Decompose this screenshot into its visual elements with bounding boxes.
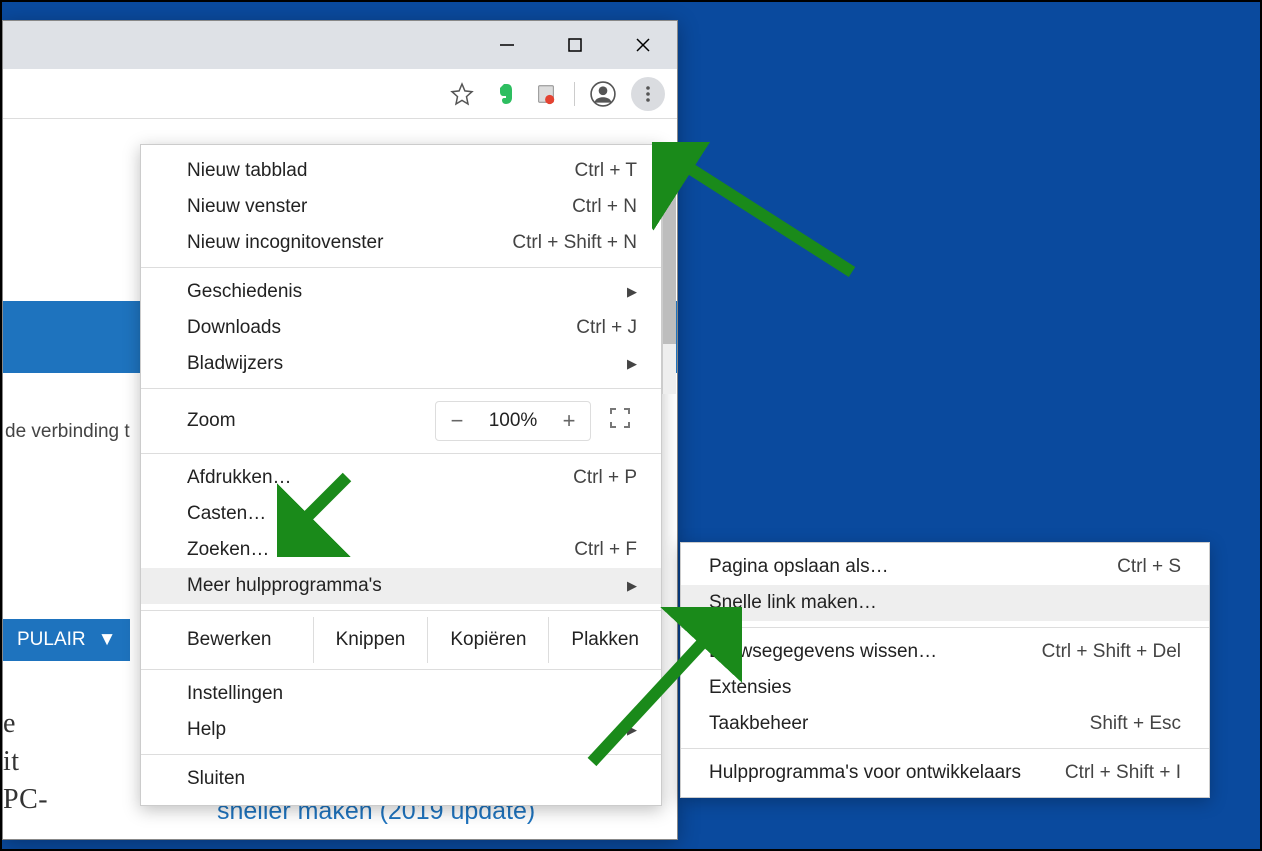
zoom-value: 100%	[478, 410, 548, 432]
zoom-controls: − 100% +	[435, 401, 591, 441]
menu-separator	[681, 627, 1209, 628]
more-tools-submenu: Pagina opslaan als… Ctrl + S Snelle link…	[680, 542, 1210, 798]
minimize-button[interactable]	[473, 21, 541, 69]
menu-cast[interactable]: Casten…	[141, 496, 661, 532]
menu-label: Help	[187, 719, 627, 741]
menu-separator	[141, 610, 661, 611]
annotation-arrow-1	[652, 142, 872, 302]
menu-label: Pagina opslaan als…	[709, 556, 1117, 578]
menu-shortcut: Ctrl + Shift + Del	[1042, 641, 1181, 663]
menu-shortcut: Ctrl + P	[573, 467, 637, 489]
zoom-in-button[interactable]: +	[548, 408, 590, 434]
menu-bookmarks[interactable]: Bladwijzers ▶	[141, 346, 661, 382]
menu-label: Geschiedenis	[187, 281, 627, 303]
todoist-extension-icon[interactable]	[532, 80, 560, 108]
menu-label: Nieuw incognitovenster	[187, 232, 512, 254]
menu-label: Instellingen	[187, 683, 637, 705]
menu-separator	[681, 748, 1209, 749]
menu-zoom: Zoom − 100% +	[141, 395, 661, 447]
menu-label: Casten…	[187, 503, 637, 525]
popular-button[interactable]: PULAIR ▼	[3, 619, 130, 661]
toolbar-divider	[574, 82, 575, 106]
paste-button[interactable]: Plakken	[548, 617, 661, 663]
menu-shortcut: Ctrl + T	[575, 160, 637, 182]
article-link-2[interactable]: ■Microsoft edge verwijderen uit	[193, 837, 585, 839]
menu-shortcut: Ctrl + J	[576, 317, 637, 339]
chrome-main-menu: Nieuw tabblad Ctrl + T Nieuw venster Ctr…	[140, 144, 662, 806]
scrollbar-track[interactable]	[662, 144, 676, 394]
popular-label: PULAIR	[17, 629, 86, 651]
titlebar	[3, 21, 677, 69]
profile-avatar-icon[interactable]	[589, 80, 617, 108]
submenu-extensions[interactable]: Extensies	[681, 670, 1209, 706]
more-menu-button[interactable]	[631, 77, 665, 111]
menu-label: Downloads	[187, 317, 576, 339]
connection-text: de verbinding t	[5, 421, 130, 443]
menu-shortcut: Shift + Esc	[1090, 713, 1181, 735]
article-text-fragment: e it PC-	[3, 705, 48, 818]
menu-shortcut: Ctrl + N	[572, 196, 637, 218]
menu-close[interactable]: Sluiten	[141, 761, 661, 797]
menu-shortcut: Ctrl + F	[574, 539, 637, 561]
article-line-2: it	[3, 743, 48, 781]
menu-edit-row: Bewerken Knippen Kopiëren Plakken	[141, 617, 661, 663]
menu-new-window[interactable]: Nieuw venster Ctrl + N	[141, 189, 661, 225]
submenu-arrow-icon: ▶	[627, 356, 637, 372]
menu-shortcut: Ctrl + Shift + N	[512, 232, 637, 254]
submenu-save-page[interactable]: Pagina opslaan als… Ctrl + S	[681, 549, 1209, 585]
cut-button[interactable]: Knippen	[313, 617, 428, 663]
menu-settings[interactable]: Instellingen	[141, 676, 661, 712]
menu-label: Afdrukken…	[187, 467, 573, 489]
submenu-dev-tools[interactable]: Hulpprogramma's voor ontwikkelaars Ctrl …	[681, 755, 1209, 791]
menu-label: Snelle link maken…	[709, 592, 1181, 614]
copy-button[interactable]: Kopiëren	[427, 617, 548, 663]
menu-separator	[141, 453, 661, 454]
submenu-create-shortcut[interactable]: Snelle link maken…	[681, 585, 1209, 621]
bookmark-star-icon[interactable]	[448, 80, 476, 108]
submenu-arrow-icon: ▶	[627, 722, 637, 738]
chevron-down-icon: ▼	[98, 629, 117, 651]
menu-shortcut: Ctrl + S	[1117, 556, 1181, 578]
menu-label: Hulpprogramma's voor ontwikkelaars	[709, 762, 1065, 784]
article-line-1: e	[3, 705, 48, 743]
zoom-out-button[interactable]: −	[436, 408, 478, 434]
menu-history[interactable]: Geschiedenis ▶	[141, 274, 661, 310]
menu-print[interactable]: Afdrukken… Ctrl + P	[141, 460, 661, 496]
zoom-label: Zoom	[187, 410, 435, 432]
menu-separator	[141, 267, 661, 268]
menu-label: Nieuw venster	[187, 196, 572, 218]
submenu-clear-data[interactable]: Browsegegevens wissen… Ctrl + Shift + De…	[681, 634, 1209, 670]
submenu-arrow-icon: ▶	[627, 284, 637, 300]
menu-label: Bladwijzers	[187, 353, 627, 375]
toolbar	[3, 69, 677, 119]
scrollbar-thumb[interactable]	[663, 144, 676, 344]
menu-help[interactable]: Help ▶	[141, 712, 661, 748]
menu-incognito[interactable]: Nieuw incognitovenster Ctrl + Shift + N	[141, 225, 661, 261]
menu-more-tools[interactable]: Meer hulpprogramma's ▶	[141, 568, 661, 604]
menu-new-tab[interactable]: Nieuw tabblad Ctrl + T	[141, 153, 661, 189]
menu-find[interactable]: Zoeken… Ctrl + F	[141, 532, 661, 568]
menu-label: Nieuw tabblad	[187, 160, 575, 182]
menu-label: Extensies	[709, 677, 1181, 699]
close-button[interactable]	[609, 21, 677, 69]
menu-label: Zoeken…	[187, 539, 574, 561]
submenu-arrow-icon: ▶	[627, 578, 637, 594]
maximize-button[interactable]	[541, 21, 609, 69]
submenu-task-manager[interactable]: Taakbeheer Shift + Esc	[681, 706, 1209, 742]
menu-label: Browsegegevens wissen…	[709, 641, 1042, 663]
article-line-3: PC-	[3, 781, 48, 819]
menu-separator	[141, 388, 661, 389]
menu-label: Meer hulpprogramma's	[187, 575, 627, 597]
menu-shortcut: Ctrl + Shift + I	[1065, 762, 1181, 784]
menu-label: Sluiten	[187, 768, 637, 790]
fullscreen-button[interactable]	[609, 407, 637, 435]
evernote-extension-icon[interactable]	[490, 80, 518, 108]
menu-label: Taakbeheer	[709, 713, 1090, 735]
menu-separator	[141, 669, 661, 670]
menu-downloads[interactable]: Downloads Ctrl + J	[141, 310, 661, 346]
menu-separator	[141, 754, 661, 755]
edit-label: Bewerken	[187, 629, 313, 651]
